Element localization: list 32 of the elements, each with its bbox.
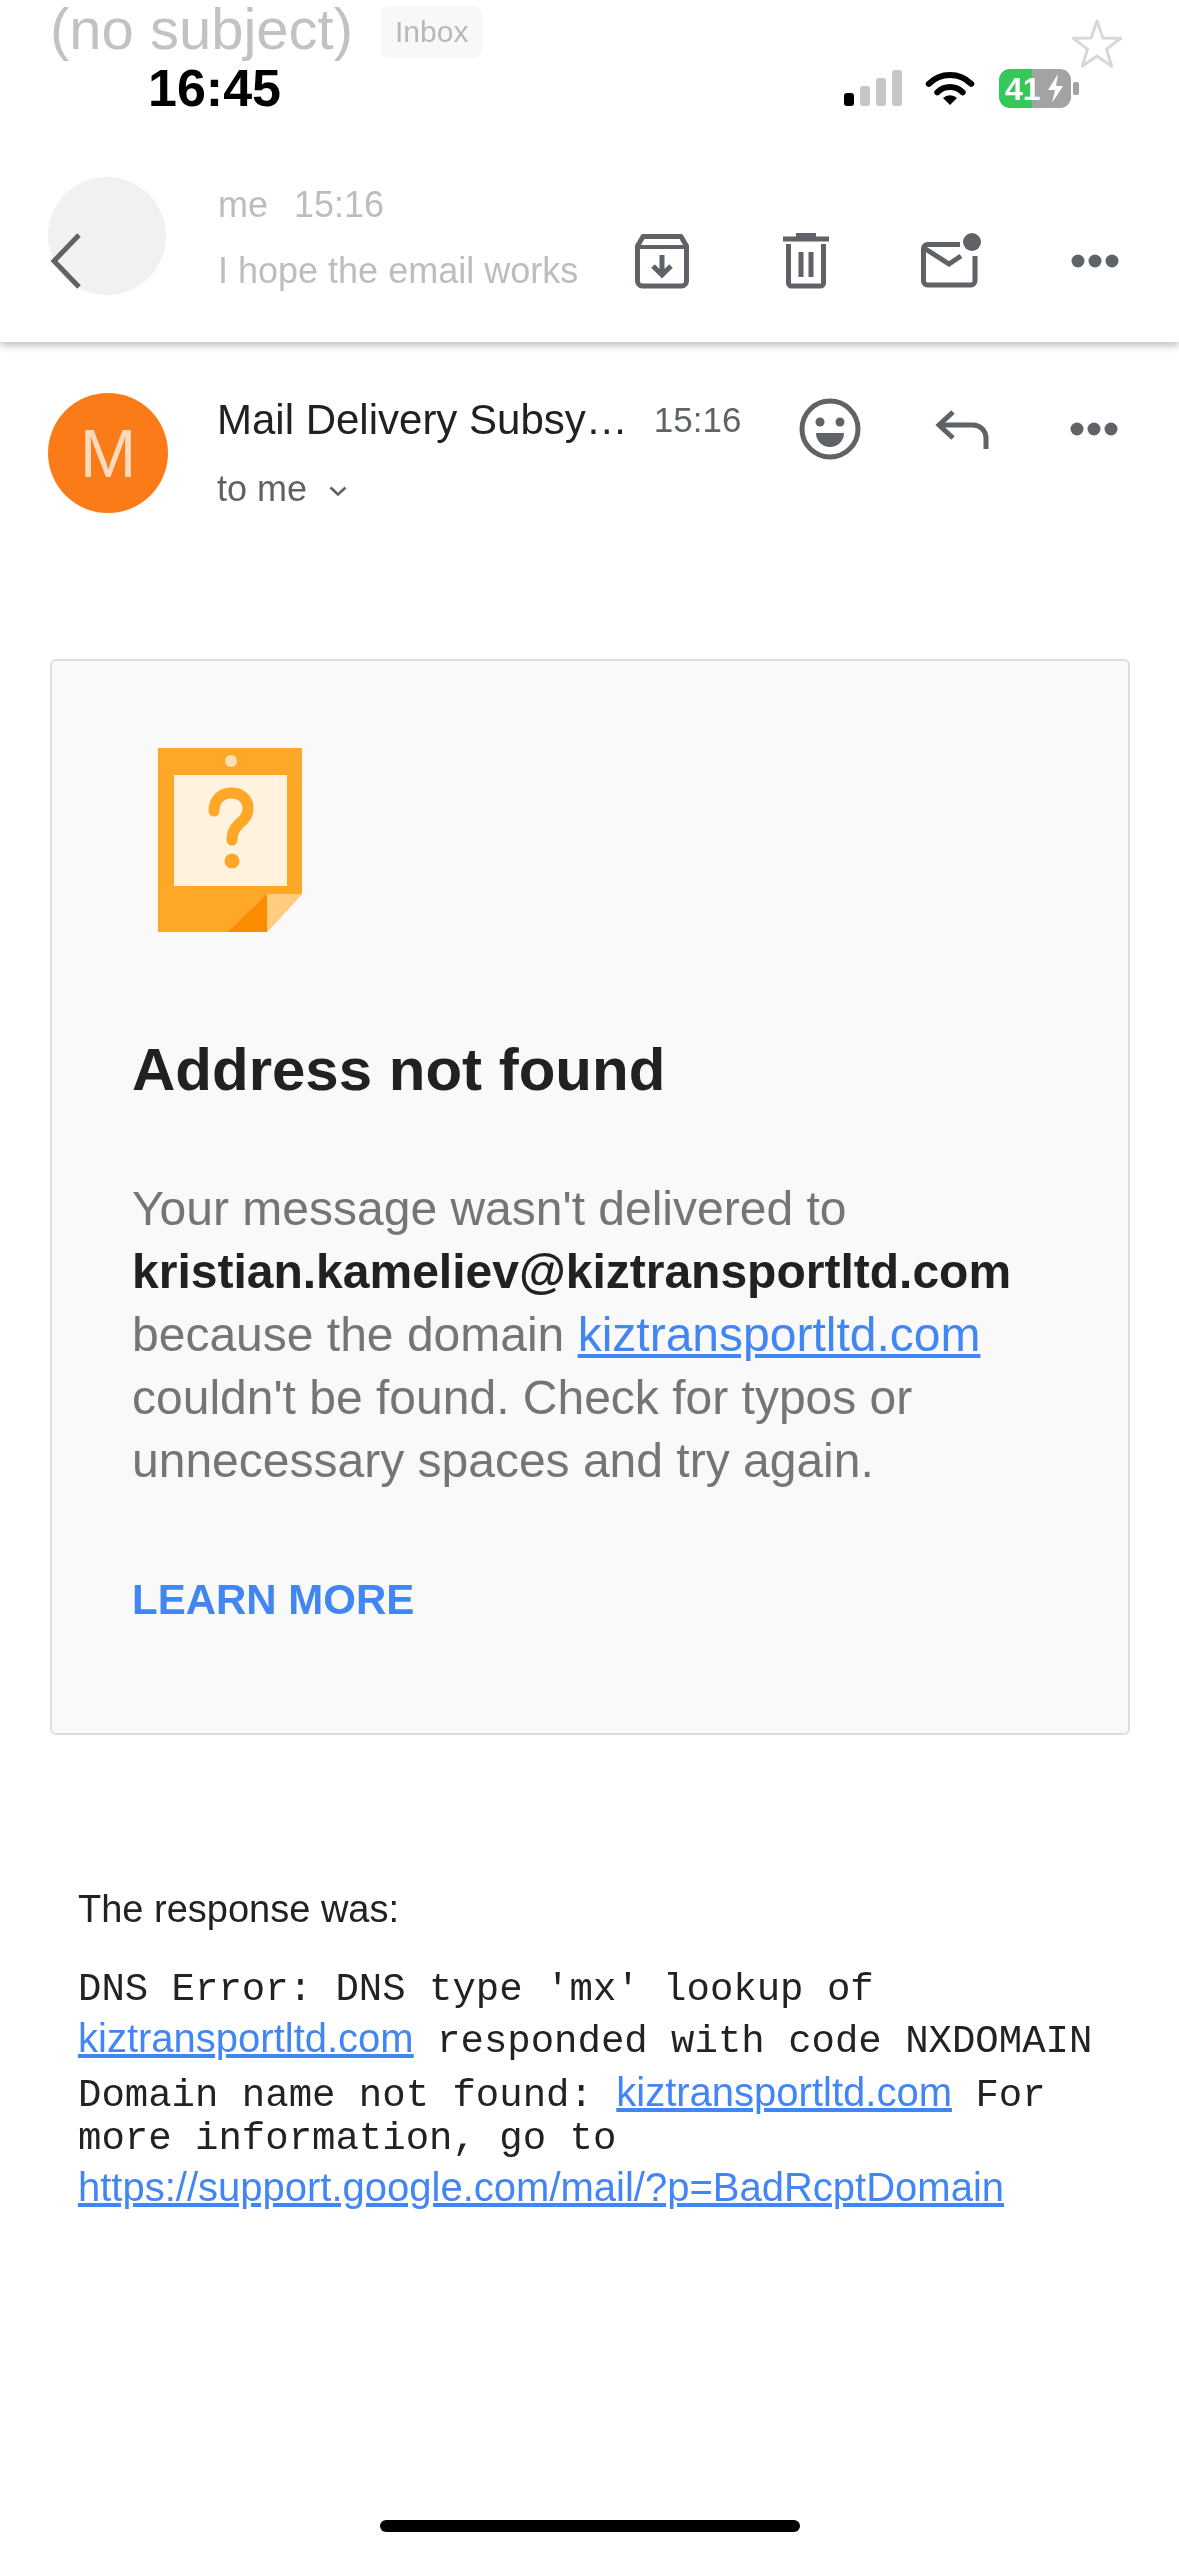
- recipient-toggle[interactable]: to me: [217, 467, 348, 511]
- question-note-icon: [158, 748, 302, 932]
- domain-link[interactable]: kiztransportltd.com: [78, 2016, 414, 2060]
- response-label: The response was:: [78, 1887, 401, 1932]
- more-icon[interactable]: [1070, 422, 1118, 436]
- inbox-label: Inbox: [381, 6, 483, 58]
- domain-link[interactable]: kiztransportltd.com: [577, 1308, 981, 1361]
- more-icon[interactable]: [1071, 254, 1119, 268]
- message-time: 15:16: [653, 399, 742, 441]
- back-icon[interactable]: [49, 232, 83, 290]
- wifi-icon: [924, 69, 976, 107]
- domain-link[interactable]: kiztransportltd.com: [616, 2070, 952, 2114]
- envelope-dot-icon[interactable]: [920, 232, 982, 290]
- sender-avatar: M: [48, 393, 168, 513]
- error-message: Your message wasn't delivered to kristian.kameliev@kiztransportltd.com because the domain kiztransportltd.com couldn't be found. Check for typos or unnecessary spaces and try again.: [132, 1181, 1013, 1489]
- signal-icon: [844, 70, 902, 106]
- star-icon[interactable]: [1069, 18, 1125, 70]
- learn-more-link[interactable]: LEARN MORE: [132, 1575, 415, 1625]
- sender-name: me: [218, 183, 268, 227]
- battery-icon: [999, 68, 1079, 108]
- archive-box-icon[interactable]: [634, 233, 690, 289]
- chevron-down-icon[interactable]: [329, 486, 348, 496]
- trash-icon[interactable]: [782, 233, 830, 289]
- sender-name: Mail Delivery Subsy…: [217, 396, 628, 444]
- message-time: 15:16: [294, 183, 385, 227]
- message-snippet: I hope the email works: [218, 249, 579, 293]
- battery-percentage: 41: [1005, 70, 1041, 107]
- support-link[interactable]: https://support.google.com/mail/?p=BadRcptDomain: [78, 2165, 1005, 2209]
- status-time: 16:45: [148, 60, 281, 116]
- error-title: Address not found: [132, 1035, 667, 1105]
- smiley-icon[interactable]: [799, 398, 861, 460]
- dns-error-details: DNS Error: DNS type 'mx' lookup of kiztransportltd.com responded with code NXDOMAIN Domain name not found: kiztransportltd.com For more information, go to https://support.google.com/mail/?p=BadRcptDomain: [78, 1970, 1094, 2211]
